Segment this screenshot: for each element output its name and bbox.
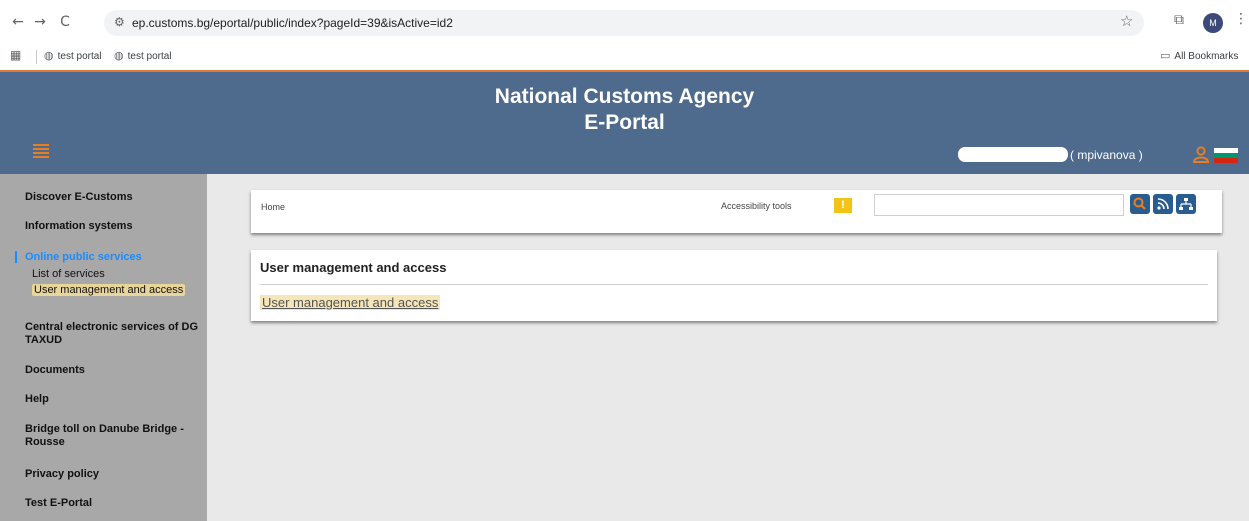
panel-divider: [260, 284, 1208, 285]
sidebar: Discover E-Customs Information systems O…: [0, 174, 207, 521]
apps-grid-icon[interactable]: ▦: [10, 48, 21, 62]
address-row: ← → C ⚙ ep.customs.bg/eportal/public/ind…: [0, 8, 1249, 38]
globe-icon: ◍: [44, 49, 54, 62]
sidebar-item-discover[interactable]: Discover E-Customs: [25, 191, 133, 204]
all-bookmarks-label: All Bookmarks: [1174, 51, 1239, 62]
site-title-line2: E-Portal: [584, 111, 665, 134]
search-icon[interactable]: [1130, 194, 1150, 214]
username[interactable]: ( mpivanova ): [1070, 148, 1143, 162]
site-title: National Customs Agency E-Portal: [0, 84, 1249, 136]
address-bar[interactable]: ⚙ ep.customs.bg/eportal/public/index?pag…: [104, 10, 1144, 36]
content-toolbar: Home Accessibility tools !: [251, 190, 1222, 233]
hamburger-menu-icon[interactable]: [33, 144, 49, 158]
bulgarian-flag-icon[interactable]: [1214, 148, 1238, 163]
bookmark-label: test portal: [127, 51, 172, 62]
profile-avatar[interactable]: M: [1203, 13, 1223, 33]
content-panel: User management and access User manageme…: [251, 250, 1217, 321]
site-settings-icon[interactable]: ⚙: [114, 15, 125, 29]
bookmark-label: test portal: [57, 51, 102, 62]
sidebar-subitem-list-of-services[interactable]: List of services: [32, 268, 105, 280]
url-text[interactable]: ep.customs.bg/eportal/public/index?pageI…: [132, 16, 453, 30]
bookmark-star-icon[interactable]: ☆: [1120, 12, 1133, 30]
user-management-link[interactable]: User management and access: [260, 295, 441, 310]
panel-title: User management and access: [260, 260, 447, 275]
sidebar-item-test-eportal[interactable]: Test E-Portal: [25, 497, 92, 510]
sidebar-item-online-services[interactable]: Online public services: [25, 251, 142, 263]
sidebar-item-bridge-toll[interactable]: Bridge toll on Danube Bridge - Rousse: [25, 423, 200, 449]
extensions-icon[interactable]: ⧉: [1174, 12, 1184, 28]
search-input[interactable]: [874, 194, 1124, 216]
bookmarks-bar: ▦ ◍ test portal ◍ test portal ▭ All Bookmar…: [0, 46, 1249, 68]
forward-button[interactable]: →: [30, 12, 50, 32]
folder-icon: ▭: [1160, 49, 1171, 62]
back-button[interactable]: ←: [8, 12, 28, 32]
breadcrumb-home[interactable]: Home: [261, 202, 285, 212]
globe-icon: ◍: [114, 49, 124, 62]
bookmark-separator: [36, 50, 37, 64]
sidebar-item-privacy-policy[interactable]: Privacy policy: [25, 468, 99, 481]
sidebar-item-dg-taxud[interactable]: Central electronic services of DG TAXUD: [25, 321, 200, 347]
sidebar-item-documents[interactable]: Documents: [25, 364, 85, 377]
bookmark-item[interactable]: ◍ test portal: [44, 49, 102, 62]
site-title-line1: National Customs Agency: [494, 85, 755, 108]
main-content: Home Accessibility tools ! User manageme…: [207, 174, 1249, 521]
user-profile-icon[interactable]: [1192, 145, 1210, 163]
browser-menu-icon[interactable]: ⋮: [1234, 11, 1248, 27]
browser-chrome: ← → C ⚙ ep.customs.bg/eportal/public/ind…: [0, 0, 1249, 72]
accessibility-tools-link[interactable]: Accessibility tools: [721, 201, 792, 211]
alert-icon[interactable]: !: [834, 198, 852, 213]
sidebar-item-help[interactable]: Help: [25, 393, 49, 406]
all-bookmarks-button[interactable]: ▭ All Bookmarks: [1160, 49, 1238, 62]
sidebar-subitem-user-management[interactable]: User management and access: [32, 284, 186, 296]
redacted-name: [958, 147, 1068, 162]
active-indicator: [15, 251, 17, 263]
site-header: National Customs Agency E-Portal ( mpiva…: [0, 72, 1249, 174]
rss-icon[interactable]: [1153, 194, 1173, 214]
bookmark-item[interactable]: ◍ test portal: [114, 49, 172, 62]
reload-button[interactable]: C: [55, 12, 75, 32]
sidebar-item-information-systems[interactable]: Information systems: [25, 220, 133, 233]
sitemap-icon[interactable]: [1176, 194, 1196, 214]
